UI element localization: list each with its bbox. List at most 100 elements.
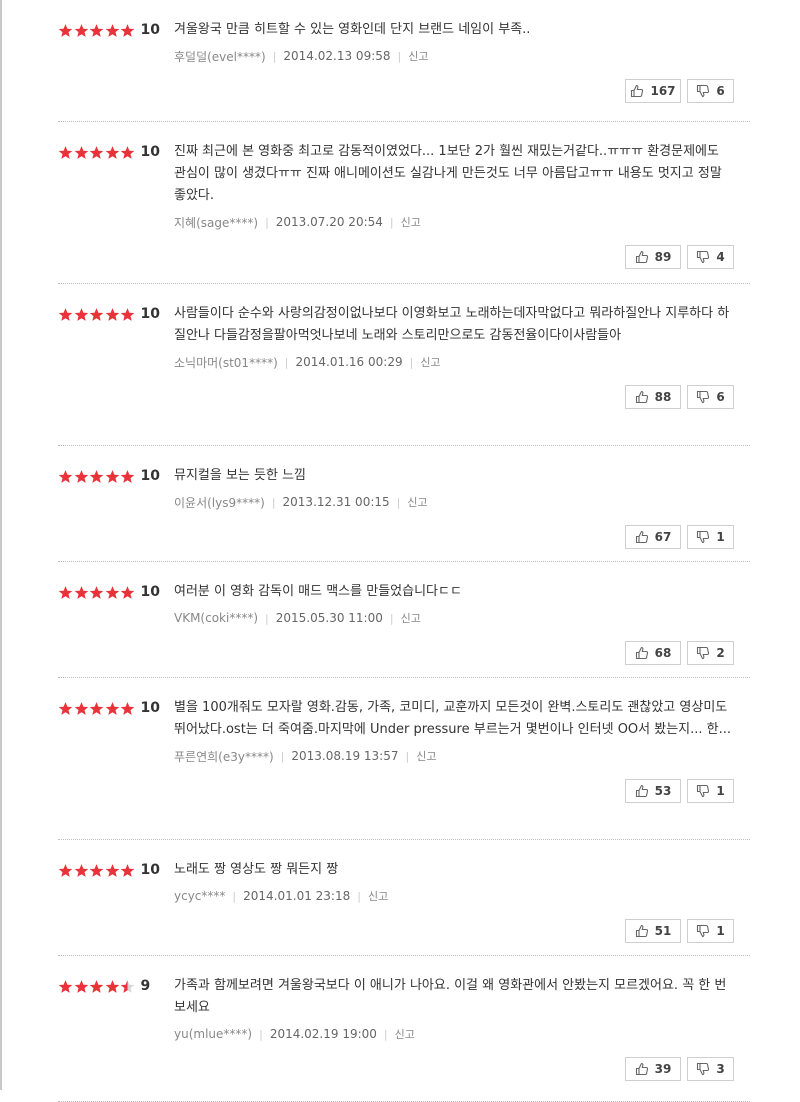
star-icon (58, 585, 73, 600)
review-item: 10 겨울왕국 만큼 히트할 수 있는 영화인데 단지 브랜드 네임이 부족..… (58, 0, 750, 122)
review-meta: VKM(coki****) | 2015.05.30 11:00 | 신고 (174, 609, 734, 627)
review-author[interactable]: yu(mlue****) (174, 1027, 252, 1041)
review-item: 9 가족과 함께보려면 겨울왕국보다 이 애니가 나아요. 이걸 왜 영화관에서… (58, 956, 750, 1102)
like-button[interactable]: 167 (625, 79, 681, 103)
vote-actions: 51 1 (174, 919, 734, 943)
meta-separator: | (383, 1027, 388, 1041)
review-author[interactable]: 이윤서(lys9****) (174, 494, 265, 511)
dislike-count: 1 (716, 530, 725, 544)
thumbs-up-icon (635, 924, 648, 938)
like-button[interactable]: 68 (625, 641, 681, 665)
report-link[interactable]: 신고 (416, 748, 436, 764)
like-count: 167 (650, 84, 676, 98)
thumbs-down-icon (697, 250, 710, 264)
rating: 10 (58, 584, 160, 600)
thumbs-down-icon (697, 924, 710, 938)
report-link[interactable]: 신고 (407, 494, 427, 510)
dislike-count: 6 (716, 390, 725, 404)
dislike-button[interactable]: 1 (687, 525, 734, 549)
dislike-count: 1 (716, 784, 725, 798)
review-text: 여러분 이 영화 감독이 매드 맥스를 만들었습니다ㄷㄷ (174, 584, 462, 599)
dislike-button[interactable]: 1 (687, 919, 734, 943)
review-author[interactable]: 소닉마머(st01****) (174, 354, 278, 371)
rating-score: 10 (140, 22, 160, 38)
star-icon (89, 979, 104, 994)
star-icon (58, 979, 73, 994)
like-count: 67 (654, 530, 672, 544)
review-list: 10 겨울왕국 만큼 히트할 수 있는 영화인데 단지 브랜드 네임이 부족..… (58, 0, 750, 1102)
dislike-button[interactable]: 4 (687, 245, 734, 269)
rating: 10 (58, 306, 160, 322)
star-icon (74, 979, 89, 994)
report-link[interactable]: 신고 (420, 354, 440, 370)
like-count: 53 (654, 784, 672, 798)
star-rating (58, 23, 136, 38)
meta-separator: | (357, 889, 361, 903)
thumbs-down-icon (697, 784, 710, 798)
star-icon (105, 145, 120, 160)
review-date: 2015.05.30 11:00 (275, 611, 383, 625)
star-rating (58, 145, 136, 160)
star-icon (58, 145, 73, 160)
review-item: 10 여러분 이 영화 감독이 매드 맥스를 만들었습니다ㄷㄷ VKM(coki… (58, 562, 750, 678)
review-author[interactable]: VKM(coki****) (174, 611, 258, 625)
review-author[interactable]: 푸른연희(e3y****) (174, 748, 274, 765)
star-icon (74, 701, 89, 716)
meta-separator: | (265, 215, 269, 229)
report-link[interactable]: 신고 (395, 1026, 415, 1042)
star-icon (74, 585, 89, 600)
star-icon (120, 701, 135, 716)
star-icon (89, 863, 104, 878)
report-link[interactable]: 신고 (368, 888, 388, 904)
dislike-button[interactable]: 6 (687, 385, 734, 409)
dislike-button[interactable]: 1 (687, 779, 734, 803)
vote-actions: 167 6 (174, 79, 734, 103)
review-text: 뮤지컬을 보는 듯한 느낌 (174, 468, 306, 483)
review-content: 가족과 함께보려면 겨울왕국보다 이 애니가 나아요. 이걸 왜 영화관에서 안… (174, 975, 734, 1081)
thumbs-up-icon (635, 1062, 648, 1076)
review-content: 겨울왕국 만큼 히트할 수 있는 영화인데 단지 브랜드 네임이 부족.. 후덜… (174, 19, 734, 103)
like-button[interactable]: 39 (625, 1057, 681, 1081)
rating-score: 9 (140, 978, 151, 994)
star-icon (105, 469, 120, 484)
star-icon (74, 145, 89, 160)
report-link[interactable]: 신고 (408, 48, 428, 64)
review-text: 별을 100개줘도 모자랄 영화.감동, 가족, 코미디, 교훈까지 모든것이 … (174, 700, 732, 737)
review-item: 10 사람들이다 순수와 사랑의감정이없나보다 이영화보고 노래하는데자막없다고… (58, 284, 750, 446)
star-icon (105, 23, 120, 38)
review-content: 노래도 짱 영상도 짱 뭐든지 짱 ycyc**** | 2014.01.01 … (174, 859, 734, 943)
thumbs-down-icon (697, 84, 710, 98)
vote-actions: 88 6 (174, 385, 734, 409)
review-date: 2013.07.20 20:54 (275, 215, 383, 229)
review-author[interactable]: 후덜덜(evel****) (174, 48, 266, 65)
like-button[interactable]: 88 (625, 385, 681, 409)
meta-separator: | (284, 355, 289, 369)
star-icon (74, 23, 89, 38)
thumbs-down-icon (697, 390, 710, 404)
review-text: 가족과 함께보려면 겨울왕국보다 이 애니가 나아요. 이걸 왜 영화관에서 안… (174, 978, 727, 1015)
like-button[interactable]: 51 (625, 919, 681, 943)
star-icon (120, 469, 135, 484)
star-icon (105, 307, 120, 322)
like-button[interactable]: 89 (625, 245, 681, 269)
review-date: 2014.01.01 23:18 (243, 889, 351, 903)
dislike-button[interactable]: 2 (687, 641, 734, 665)
star-icon (120, 863, 135, 878)
dislike-button[interactable]: 6 (687, 79, 734, 103)
thumbs-up-icon (635, 390, 648, 404)
like-button[interactable]: 67 (625, 525, 681, 549)
star-icon (105, 979, 120, 994)
report-link[interactable]: 신고 (401, 214, 421, 230)
thumbs-down-icon (697, 530, 710, 544)
review-author[interactable]: ycyc**** (174, 889, 225, 903)
rating: 10 (58, 862, 160, 878)
report-link[interactable]: 신고 (401, 610, 421, 626)
star-icon (105, 585, 120, 600)
review-item: 10 노래도 짱 영상도 짱 뭐든지 짱 ycyc**** | 2014.01.… (58, 840, 750, 956)
vote-actions: 67 1 (174, 525, 734, 549)
like-button[interactable]: 53 (625, 779, 681, 803)
dislike-button[interactable]: 3 (687, 1057, 734, 1081)
review-date: 2013.12.31 00:15 (282, 495, 390, 509)
star-icon (120, 979, 135, 994)
review-author[interactable]: 지혜(sage****) (174, 214, 258, 231)
